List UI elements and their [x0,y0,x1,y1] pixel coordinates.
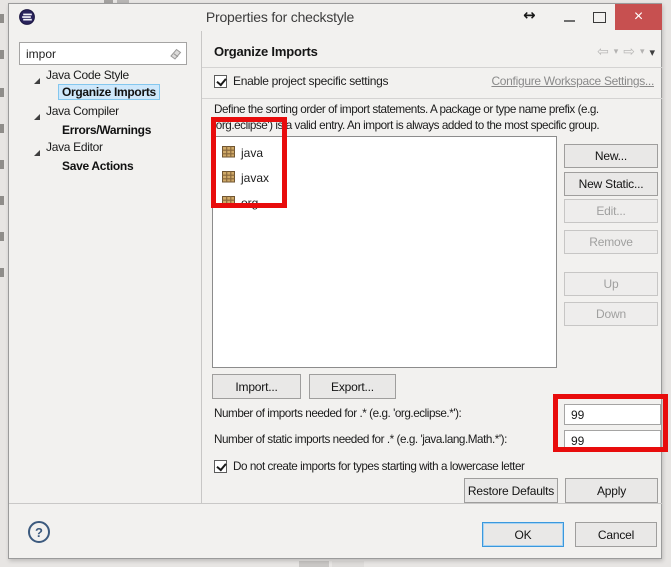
export-button[interactable]: Export... [309,374,396,399]
help-button[interactable]: ? [28,521,50,543]
close-button[interactable]: × [615,4,662,30]
background-artifact [0,160,4,169]
divider [202,98,663,99]
down-button[interactable]: Down [564,302,658,326]
help-icon: ? [35,525,43,540]
window-title: Properties for checkstyle [9,9,551,25]
expanded-arrow-icon[interactable] [33,144,41,152]
sidebar-item-organize-imports[interactable]: Organize Imports [58,84,160,100]
background-artifact [0,196,4,205]
minimize-icon[interactable] [564,20,575,22]
list-item-label: java [241,146,263,160]
background-artifact [332,561,364,567]
history-nav: ⇦ ▾ ⇨ ▾ ▾ [597,44,655,60]
ok-button[interactable]: OK [482,522,564,547]
static-imports-needed-input[interactable] [564,430,661,451]
sidebar-item-java-compiler[interactable]: Java Compiler [46,104,119,118]
background-artifact [0,124,4,133]
maximize-icon[interactable] [593,12,606,23]
background-artifact [0,88,4,97]
import-groups-list[interactable]: java javax [212,136,557,368]
page-title: Organize Imports [214,44,318,59]
forward-menu-caret-icon[interactable]: ▾ [640,47,645,57]
enable-project-specific-label: Enable project specific settings [233,74,388,88]
cancel-button[interactable]: Cancel [575,522,657,547]
static-imports-needed-label: Number of static imports needed for .* (… [214,433,507,446]
background-artifact [0,268,4,277]
sidebar-item-java-code-style[interactable]: Java Code Style [46,68,129,82]
divider [202,67,663,68]
list-item-java[interactable]: java [222,143,263,163]
filter-input[interactable] [19,42,187,65]
list-item-label: javax [241,171,269,185]
enable-project-specific-checkbox[interactable] [214,75,227,88]
properties-dialog: Properties for checkstyle ↔ × Java Code … [8,3,662,559]
new-static-button[interactable]: New Static... [564,172,658,196]
list-item-label: org [241,196,258,210]
screen: Properties for checkstyle ↔ × Java Code … [0,0,671,567]
up-button[interactable]: Up [564,272,658,296]
configure-workspace-settings-link[interactable]: Configure Workspace Settings... [491,74,654,88]
package-icon [222,170,235,186]
close-icon: × [634,8,643,26]
background-artifact [0,14,4,23]
apply-button[interactable]: Apply [565,478,658,503]
clear-filter-icon[interactable] [168,46,183,66]
list-item-org[interactable]: org [222,193,258,213]
background-artifact [299,561,329,567]
import-button[interactable]: Import... [212,374,301,399]
edit-button[interactable]: Edit... [564,199,658,223]
forward-icon[interactable]: ⇨ [623,44,635,60]
back-menu-caret-icon[interactable]: ▾ [614,47,619,57]
filter-field-wrap [19,42,187,65]
list-item-javax[interactable]: javax [222,168,269,188]
view-menu-icon[interactable]: ▾ [650,46,656,59]
panel-divider [201,31,202,503]
sidebar-item-java-editor[interactable]: Java Editor [46,140,103,154]
imports-needed-input[interactable] [564,404,661,425]
expanded-arrow-icon[interactable] [33,108,41,116]
description-line2: 'org.eclipse') is a valid entry. An impo… [214,119,599,132]
sidebar-item-save-actions[interactable]: Save Actions [58,158,137,174]
remove-button[interactable]: Remove [564,230,658,254]
sidebar-item-errors-warnings[interactable]: Errors/Warnings [58,122,155,138]
expanded-arrow-icon[interactable] [33,72,41,80]
checkmark-icon [216,76,226,87]
resize-arrows-icon[interactable]: ↔ [523,6,536,24]
restore-defaults-button[interactable]: Restore Defaults [464,478,558,503]
package-icon [222,195,235,211]
back-icon[interactable]: ⇦ [597,44,609,60]
package-icon [222,145,235,161]
background-artifact [0,232,4,241]
checkmark-icon [216,461,226,472]
new-button[interactable]: New... [564,144,658,168]
lowercase-label: Do not create imports for types starting… [233,460,524,473]
titlebar[interactable]: Properties for checkstyle ↔ × [9,4,661,31]
footer-divider [9,503,663,504]
lowercase-checkbox[interactable] [214,460,227,473]
background-artifact [0,50,4,59]
description-line1: Define the sorting order of import state… [214,103,599,116]
imports-needed-label: Number of imports needed for .* (e.g. 'o… [214,407,461,420]
